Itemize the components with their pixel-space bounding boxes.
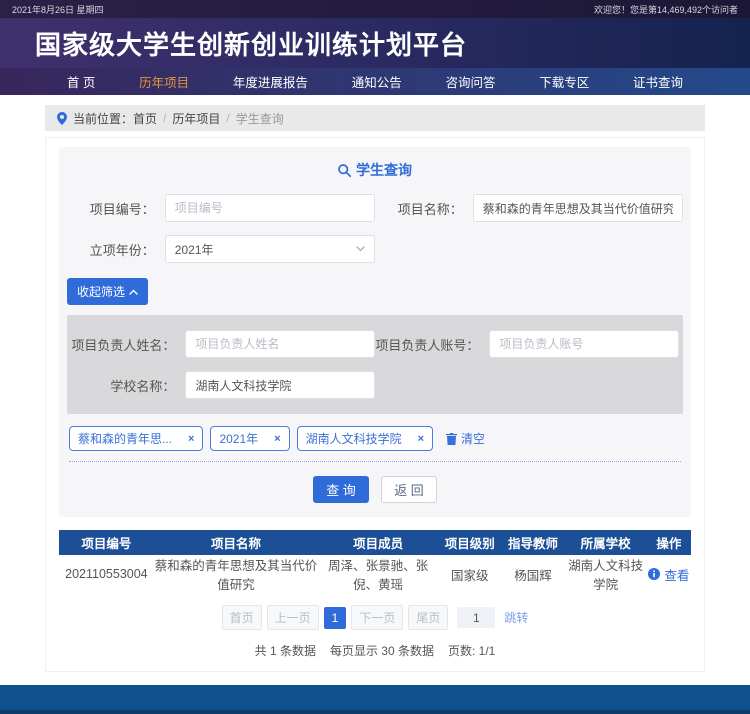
year-label: 立项年份：: [67, 240, 165, 259]
nav-item-annual-report[interactable]: 年度进展报告: [233, 72, 308, 91]
collapse-filter-label: 收起筛选: [77, 283, 125, 300]
nav-item-certificates[interactable]: 证书查询: [633, 72, 683, 91]
nav-item-qa[interactable]: 咨询问答: [445, 72, 495, 91]
collapse-filter-button[interactable]: 收起筛选: [67, 278, 148, 305]
breadcrumb-prefix: 当前位置：: [73, 110, 133, 127]
school-name-label: 学校名称：: [71, 376, 185, 395]
footer: [0, 685, 750, 710]
summary-per-page: 每页显示 30 条数据: [330, 642, 434, 659]
field-project-name: 项目名称：: [375, 194, 683, 222]
back-button[interactable]: 返 回: [381, 476, 437, 503]
project-name-label: 项目名称：: [375, 199, 473, 218]
breadcrumb-student-query: 学生查询: [236, 110, 284, 127]
school-name-input[interactable]: [185, 371, 375, 399]
field-year: 立项年份： 2021年: [67, 235, 375, 263]
info-icon: [648, 568, 660, 580]
nav-item-past-projects[interactable]: 历年项目: [139, 72, 189, 91]
page-next-button[interactable]: 下一页: [351, 605, 403, 630]
chevron-up-icon: [129, 289, 138, 295]
field-school-name: 学校名称：: [71, 371, 375, 399]
leader-account-label: 项目负责人账号：: [375, 335, 489, 354]
tag-close-icon[interactable]: ×: [274, 433, 280, 445]
leader-name-label: 项目负责人姓名：: [71, 335, 185, 354]
project-name-input[interactable]: [473, 194, 683, 222]
breadcrumb-home[interactable]: 首页: [133, 110, 157, 127]
year-select-value: 2021年: [175, 241, 214, 258]
col-level: 项目级别: [438, 530, 501, 555]
trash-icon: [446, 433, 457, 445]
clear-filters-button[interactable]: 清空: [446, 430, 485, 447]
cell-members: 周泽、张景驰、张倪、黄瑶: [318, 555, 438, 593]
cell-project-name: 蔡和森的青年思想及其当代价值研究: [154, 555, 318, 593]
form-title-text: 学生查询: [356, 160, 412, 180]
breadcrumb-past-projects[interactable]: 历年项目: [172, 110, 220, 127]
search-form-panel: 学生查询 项目编号： 项目名称： 立项年份： 2021年: [59, 147, 691, 517]
col-project-code: 项目编号: [59, 530, 154, 555]
filter-tag-school: 湖南人文科技学院 ×: [297, 426, 433, 451]
nav-item-notices[interactable]: 通知公告: [352, 72, 402, 91]
col-project-name: 项目名称: [154, 530, 318, 555]
chevron-down-icon: [356, 246, 365, 252]
tag-close-icon[interactable]: ×: [188, 433, 194, 445]
main-nav: 首 页 历年项目 年度进展报告 通知公告 咨询问答 下载专区 证书查询: [0, 68, 750, 95]
filter-tags: 蔡和森的青年思... × 2021年 × 湖南人文科技学院 × 清空: [69, 426, 683, 451]
dotted-divider: [69, 461, 681, 462]
cell-level: 国家级: [438, 555, 501, 593]
visitor-counter: 欢迎您！您是第14,469,492个访问者: [594, 3, 738, 16]
content-card: 学生查询 项目编号： 项目名称： 立项年份： 2021年: [45, 137, 705, 672]
leader-account-input[interactable]: [489, 330, 679, 358]
breadcrumb: 当前位置： 首页 / 历年项目 / 学生查询: [45, 105, 705, 131]
page-jump-input[interactable]: [457, 607, 495, 628]
page-last-button[interactable]: 尾页: [408, 605, 448, 630]
filter-tag-year: 2021年 ×: [210, 426, 289, 451]
field-leader-name: 项目负责人姓名：: [71, 330, 375, 358]
location-pin-icon: [57, 112, 67, 125]
field-project-code: 项目编号：: [67, 194, 375, 222]
footer-bottom-strip: [0, 710, 750, 714]
search-icon: [338, 164, 351, 177]
result-summary: 共 1 条数据 每页显示 30 条数据 页数: 1/1: [59, 642, 691, 659]
col-action: 操作: [647, 530, 691, 555]
query-button[interactable]: 查 询: [313, 476, 369, 503]
page-number-button[interactable]: 1: [324, 607, 347, 629]
summary-total: 共 1 条数据: [255, 642, 316, 659]
summary-pages: 页数: 1/1: [448, 642, 495, 659]
advanced-filter-panel: 项目负责人姓名： 项目负责人账号： 学校名称：: [67, 315, 683, 414]
table-row: 202110553004 蔡和森的青年思想及其当代价值研究 周泽、张景驰、张倪、…: [59, 555, 691, 593]
site-banner: 国家级大学生创新创业训练计划平台: [0, 18, 750, 68]
cell-school: 湖南人文科技学院: [565, 555, 647, 593]
col-teacher: 指导教师: [501, 530, 564, 555]
nav-item-home[interactable]: 首 页: [67, 72, 95, 91]
tag-close-icon[interactable]: ×: [418, 433, 424, 445]
field-leader-account: 项目负责人账号：: [375, 330, 679, 358]
clear-filters-label: 清空: [461, 430, 485, 447]
table-header-row: 项目编号 项目名称 项目成员 项目级别 指导教师 所属学校 操作: [59, 530, 691, 555]
form-title: 学生查询: [67, 160, 683, 180]
project-code-input[interactable]: [165, 194, 375, 222]
cell-project-code: 202110553004: [59, 555, 154, 593]
col-school: 所属学校: [565, 530, 647, 555]
leader-name-input[interactable]: [185, 330, 375, 358]
page-jump-button[interactable]: 跳转: [504, 609, 528, 626]
current-date: 2021年8月26日 星期四: [12, 3, 104, 16]
col-members: 项目成员: [318, 530, 438, 555]
topbar: 2021年8月26日 星期四 欢迎您！您是第14,469,492个访问者: [0, 0, 750, 18]
year-select[interactable]: 2021年: [165, 235, 375, 263]
results-table: 项目编号 项目名称 项目成员 项目级别 指导教师 所属学校 操作 2021105…: [59, 530, 691, 593]
project-code-label: 项目编号：: [67, 199, 165, 218]
page-first-button[interactable]: 首页: [222, 605, 262, 630]
nav-item-downloads[interactable]: 下载专区: [539, 72, 589, 91]
filter-tag-project-name: 蔡和森的青年思... ×: [69, 426, 203, 451]
cell-teacher: 杨国辉: [501, 555, 564, 593]
site-title: 国家级大学生创新创业训练计划平台: [35, 25, 467, 62]
pagination: 首页 上一页 1 下一页 尾页 跳转: [59, 605, 691, 630]
page-prev-button[interactable]: 上一页: [267, 605, 319, 630]
